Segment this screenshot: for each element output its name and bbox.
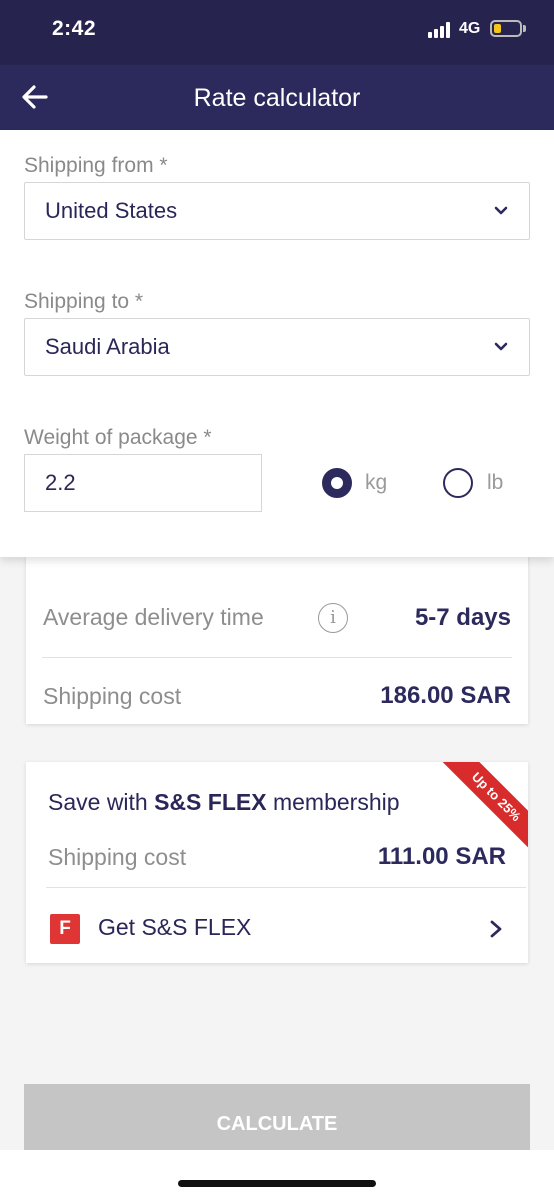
home-area xyxy=(0,1150,554,1200)
flex-membership-card: Save with S&S FLEX membership Up to 25% … xyxy=(26,762,528,963)
kg-label: kg xyxy=(365,471,388,494)
divider xyxy=(42,657,512,658)
chevron-down-icon xyxy=(494,342,508,351)
discount-ribbon: Up to 25% xyxy=(440,762,528,853)
page-title: Rate calculator xyxy=(193,84,361,112)
shipping-from-select[interactable]: United States xyxy=(24,182,530,240)
lb-radio[interactable] xyxy=(443,468,473,498)
shipping-to-select[interactable]: Saudi Arabia xyxy=(24,318,530,376)
weight-input[interactable]: 2.2 xyxy=(24,454,262,512)
battery-tip xyxy=(523,25,526,32)
shipping-from-value: United States xyxy=(45,198,178,223)
get-flex-label: Get S&S FLEX xyxy=(98,914,252,940)
nav-bar: Rate calculator xyxy=(0,65,554,130)
battery-icon xyxy=(490,20,522,37)
network-type: 4G xyxy=(459,20,481,37)
flex-shipping-cost-value: 111.00 SAR xyxy=(377,843,506,870)
info-icon[interactable]: i xyxy=(318,603,348,633)
flex-logo: F xyxy=(50,914,80,944)
delivery-time-label: Average delivery time xyxy=(43,604,264,630)
calculate-button[interactable]: CALCULATE xyxy=(24,1084,530,1156)
chevron-down-icon xyxy=(494,206,508,215)
signal-icon xyxy=(428,22,454,38)
flex-shipping-cost-label: Shipping cost xyxy=(48,844,187,870)
shipping-to-value: Saudi Arabia xyxy=(45,334,170,359)
flex-title: Save with S&S FLEX membership xyxy=(48,789,400,815)
chevron-right-icon xyxy=(490,920,502,938)
shipping-to-label: Shipping to * xyxy=(24,290,144,313)
status-bar: 2:42 4G xyxy=(0,0,554,65)
shipping-cost-label: Shipping cost xyxy=(43,683,182,709)
rate-form: Shipping from * United States Shipping t… xyxy=(0,130,554,557)
shipping-cost-value: 186.00 SAR xyxy=(380,682,511,709)
shipping-from-label: Shipping from * xyxy=(24,154,168,177)
weight-value: 2.2 xyxy=(45,470,76,495)
status-time: 2:42 xyxy=(52,17,97,40)
kg-radio[interactable] xyxy=(322,468,352,498)
lb-label: lb xyxy=(487,471,504,494)
result-card: Average delivery time i 5-7 days Shippin… xyxy=(26,540,528,724)
home-indicator[interactable] xyxy=(178,1180,376,1187)
delivery-time-value: 5-7 days xyxy=(414,604,511,631)
weight-label: Weight of package * xyxy=(24,426,212,449)
